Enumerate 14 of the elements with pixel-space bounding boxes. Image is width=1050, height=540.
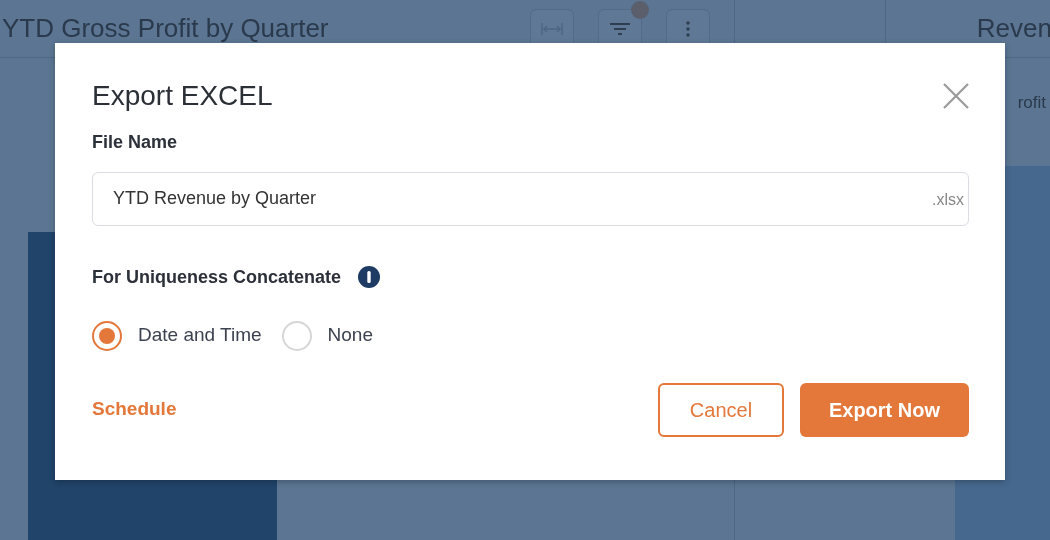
legend-label: rofit bbox=[1017, 92, 1046, 114]
file-extension: .xlsx bbox=[932, 189, 964, 210]
notification-dot-icon bbox=[630, 0, 650, 20]
field-label: File Name bbox=[92, 131, 178, 152]
dialog-title: Export EXCEL bbox=[92, 79, 273, 113]
chart-title: Reven bbox=[976, 12, 1050, 45]
close-icon[interactable] bbox=[942, 81, 970, 110]
radio-label[interactable]: Date and Time bbox=[138, 321, 262, 350]
chart-title: YTD Gross Profit by Quarter bbox=[2, 12, 329, 45]
radio-button[interactable] bbox=[92, 320, 122, 351]
radio-label[interactable]: None bbox=[327, 321, 373, 350]
filter-icon bbox=[609, 21, 631, 36]
section-label: For Uniqueness Concatenate bbox=[92, 265, 342, 289]
info-icon[interactable] bbox=[357, 265, 382, 290]
